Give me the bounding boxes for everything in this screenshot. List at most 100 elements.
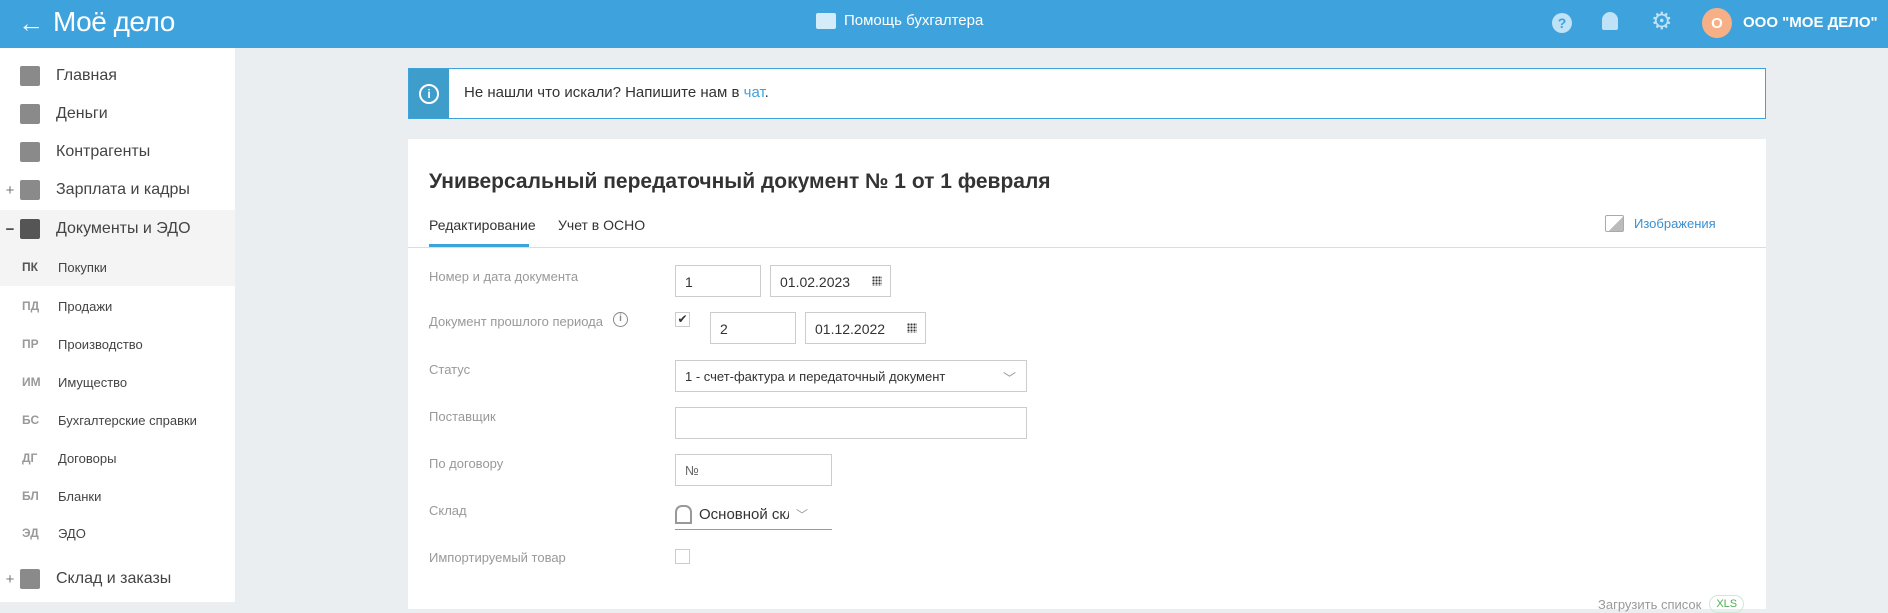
subitem-abbr: БС xyxy=(22,413,40,427)
supplier-label: Поставщик xyxy=(429,409,496,424)
chevron-down-icon: ﹀ xyxy=(796,508,809,522)
home-icon xyxy=(20,66,40,86)
contract-label: По договору xyxy=(429,456,504,471)
person-icon xyxy=(20,142,40,162)
prev-period-checkbox[interactable]: ✔ xyxy=(675,312,690,327)
gear-icon[interactable]: ⚙ xyxy=(1651,10,1673,34)
load-list-label: Загрузить список xyxy=(1598,596,1702,612)
chevron-down-icon: ﹀ xyxy=(1002,371,1016,386)
calendar-icon[interactable] xyxy=(872,276,882,286)
banner-end: . xyxy=(764,84,769,101)
sidebar-item-documents[interactable]: − Документы и ЭДО xyxy=(0,210,235,248)
sidebar-subitem-accounting-notes[interactable]: БС Бухгалтерские справки xyxy=(0,401,235,439)
cart-icon xyxy=(20,569,40,589)
subitem-label: Производство xyxy=(58,336,143,352)
warehouse-label: Склад xyxy=(429,503,467,518)
contract-input[interactable]: № xyxy=(675,454,832,486)
subitem-label: Договоры xyxy=(58,450,117,466)
doc-date-input[interactable]: 01.02.2023 xyxy=(770,265,891,297)
sidebar-item-money[interactable]: Деньги xyxy=(0,95,235,133)
bell-icon[interactable] xyxy=(1602,12,1618,30)
expand-toggle[interactable]: + xyxy=(0,571,20,588)
sidebar-item-label: Склад и заказы xyxy=(56,570,172,587)
sidebar-item-salary[interactable]: + Зарплата и кадры xyxy=(0,171,235,209)
page-title: Универсальный передаточный документ № 1 … xyxy=(429,170,1051,193)
doc-number-label: Номер и дата документа xyxy=(429,269,579,284)
tab-editing[interactable]: Редактирование xyxy=(429,217,536,233)
sidebar-item-label: Главная xyxy=(56,67,117,84)
subitem-label: ЭДО xyxy=(58,525,86,541)
subitem-abbr: ИМ xyxy=(22,375,41,389)
subitem-abbr: БЛ xyxy=(22,489,39,503)
avatar[interactable]: О xyxy=(1702,8,1732,38)
status-value: 1 - счет-фактура и передаточный документ xyxy=(685,369,946,384)
images-button[interactable]: Изображения xyxy=(1605,215,1716,232)
folder-icon xyxy=(20,219,40,239)
image-icon xyxy=(1605,215,1624,232)
subitem-abbr: ПК xyxy=(22,260,38,274)
info-icon[interactable]: i xyxy=(613,312,628,327)
prev-number-value: 2 xyxy=(720,321,728,337)
sidebar-item-home[interactable]: Главная xyxy=(0,57,235,95)
top-header: ← Моё дело Помощь бухгалтера ? ⚙ О ООО "… xyxy=(0,0,1888,48)
sidebar-subitem-sales[interactable]: ПД Продажи xyxy=(0,287,235,325)
prev-number-input[interactable]: 2 xyxy=(710,312,796,344)
sidebar-item-contractors[interactable]: Контрагенты xyxy=(0,133,235,171)
sidebar-subitem-property[interactable]: ИМ Имущество xyxy=(0,363,235,401)
subitem-label: Покупки xyxy=(58,259,107,275)
contract-placeholder: № xyxy=(685,463,699,478)
collapse-toggle[interactable]: − xyxy=(0,221,20,238)
organization-name[interactable]: ООО "МОЕ ДЕЛО" xyxy=(1743,14,1878,31)
subitem-abbr: ПР xyxy=(22,337,39,351)
sidebar-subitem-purchases[interactable]: ПК Покупки xyxy=(0,248,235,286)
prev-date-value: 01.12.2022 xyxy=(815,321,886,337)
calendar-icon[interactable] xyxy=(907,323,917,333)
expand-toggle[interactable]: + xyxy=(0,182,20,199)
sidebar-subitem-production[interactable]: ПР Производство xyxy=(0,325,235,363)
money-icon xyxy=(20,104,40,124)
sidebar-item-warehouse[interactable]: + Склад и заказы xyxy=(0,560,235,598)
subitem-label: Бланки xyxy=(58,488,102,504)
subitem-label: Бухгалтерские справки xyxy=(58,412,197,428)
supplier-input[interactable] xyxy=(675,407,1027,439)
xls-badge: XLS xyxy=(1709,595,1745,613)
subitem-label: Продажи xyxy=(58,298,113,314)
status-select[interactable]: 1 - счет-фактура и передаточный документ… xyxy=(675,360,1027,392)
sidebar-subitem-edo[interactable]: ЭД ЭДО xyxy=(0,514,235,552)
status-label: Статус xyxy=(429,362,471,377)
wallet-icon xyxy=(20,180,40,200)
sidebar-subitem-contracts[interactable]: ДГ Договоры xyxy=(0,439,235,477)
sidebar-item-label: Деньги xyxy=(56,105,108,122)
sidebar-item-label: Зарплата и кадры xyxy=(56,181,190,198)
doc-number-value: 1 xyxy=(685,274,693,290)
load-list-button[interactable]: Загрузить список XLS xyxy=(1598,595,1745,613)
images-label: Изображения xyxy=(1634,216,1716,231)
accountant-help-button[interactable]: Помощь бухгалтера xyxy=(816,12,983,29)
imported-goods-label: Импортируемый товар xyxy=(429,550,566,565)
subitem-abbr: ДГ xyxy=(22,451,38,465)
help-label: Помощь бухгалтера xyxy=(844,12,984,29)
sidebar-subitem-forms[interactable]: БЛ Бланки xyxy=(0,477,235,515)
chat-link[interactable]: чат xyxy=(744,84,765,101)
imported-goods-checkbox[interactable] xyxy=(675,549,690,564)
prev-date-input[interactable]: 01.12.2022 xyxy=(805,312,926,344)
info-icon: i xyxy=(409,69,449,118)
help-icon[interactable]: ? xyxy=(1552,13,1572,33)
divider xyxy=(408,247,1766,248)
tab-osno[interactable]: Учет в ОСНО xyxy=(558,217,645,233)
briefcase-icon xyxy=(816,12,836,29)
banner-text: Не нашли что искали? Напишите нам в чат. xyxy=(464,84,769,101)
banner-message: Не нашли что искали? Напишите нам в xyxy=(464,84,744,101)
info-banner: i Не нашли что искали? Напишите нам в ча… xyxy=(408,68,1766,119)
document-card: Универсальный передаточный документ № 1 … xyxy=(408,139,1766,613)
warehouse-select[interactable]: Основной скл ﹀ xyxy=(675,500,832,530)
subitem-label: Имущество xyxy=(58,374,128,390)
prev-period-label: Документ прошлого периода xyxy=(429,314,603,329)
sidebar-item-label: Контрагенты xyxy=(56,143,151,160)
logo[interactable]: Моё дело xyxy=(53,6,175,38)
sidebar: Главная Деньги Контрагенты + Зарплата и к… xyxy=(0,48,235,602)
back-arrow-icon[interactable]: ← xyxy=(18,8,44,39)
warehouse-value: Основной скл xyxy=(699,506,789,523)
subitem-abbr: ЭД xyxy=(22,526,39,540)
doc-number-input[interactable]: 1 xyxy=(675,265,761,297)
